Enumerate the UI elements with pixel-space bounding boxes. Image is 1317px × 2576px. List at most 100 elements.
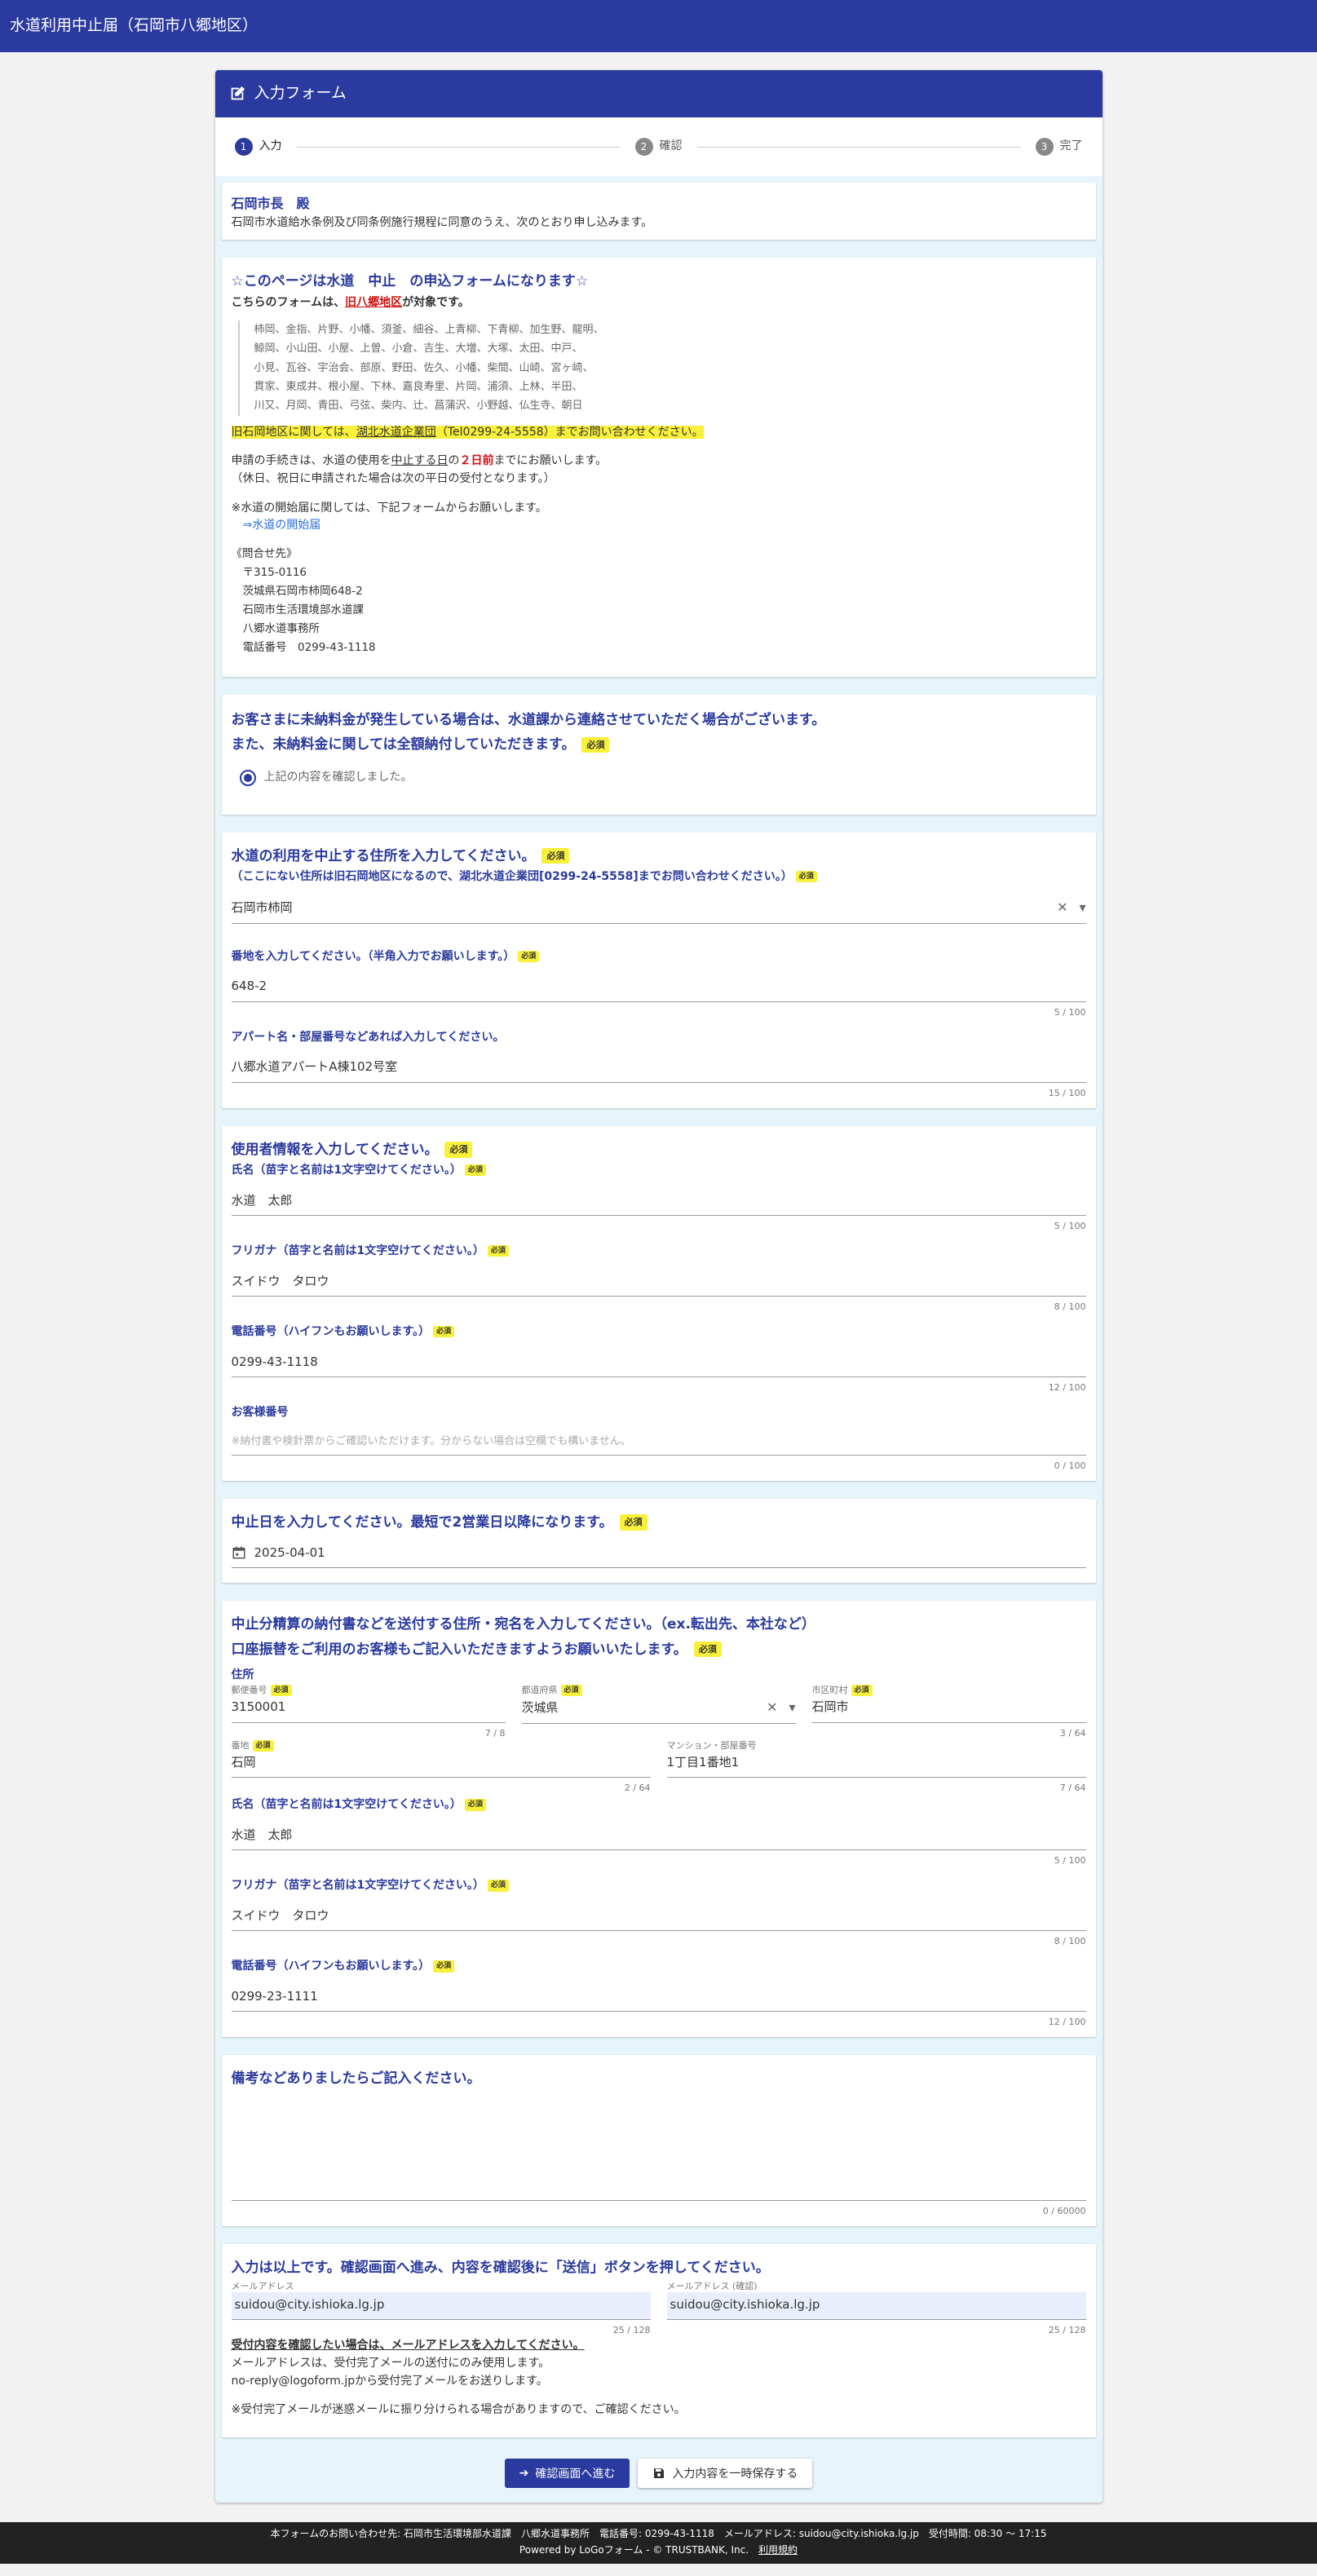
billing-tel-label: 電話番号（ハイフンもお願いします。） <box>231 1960 431 1973</box>
address-sub: （ここにない住所は旧石岡地区になるので、湖北水道企業団[0299-24-5558… <box>231 870 793 884</box>
email-note: no-reply@logoform.jpから受付完了メールをお送りします。 <box>231 2374 548 2388</box>
street-label: 番地 <box>231 1739 250 1751</box>
required-badge: 必須 <box>795 871 817 883</box>
user-kana-input[interactable]: スイドウ タロウ <box>231 1261 1086 1297</box>
deadline-note: （休日、祝日に申請された場合は次の平日の受付となります。） <box>231 472 555 486</box>
deadline-text: 申請の手続きは、水道の使用を中止する日の２日前までにお願いします。 <box>232 453 1086 471</box>
unpaid-section: お客さまに未納料金が発生している場合は、水道課から連絡させていただく場合がござい… <box>221 694 1096 815</box>
clear-icon[interactable]: ✕ <box>1057 898 1067 918</box>
target-area: 旧八郷地区 <box>345 296 403 310</box>
billing-title1: 中止分精算の納付書などを送付する住所・宛名を入力してください。（ex.転出先、本… <box>231 1615 815 1633</box>
next-confirm-button[interactable]: ➔ 確認画面へ進む <box>504 2458 630 2488</box>
apartment-label: アパート名・部屋番号などあれば入力してください。 <box>231 1030 505 1044</box>
notice-org: 湖北水道企業団 <box>356 425 436 439</box>
lot-input[interactable]: 648-2 <box>231 965 1086 1002</box>
final-title: 入力は以上です。確認画面へ進み、内容を確認後に「送信」ボタンを押してください。 <box>231 2260 770 2277</box>
pref-select[interactable]: 茨城県 ✕ ▾ <box>521 1696 796 1725</box>
target-prefix: こちらのフォームは、 <box>231 296 346 310</box>
step-number: 1 <box>234 138 253 156</box>
remarks-title: 備考などありましたらご記入ください。 <box>231 2070 481 2088</box>
required-badge: 必須 <box>581 736 610 753</box>
area-line: 柿岡、金指、片野、小幡、須釜、細谷、上青柳、下青柳、加生野、龍明、 <box>254 323 604 336</box>
char-counter: 5 / 100 <box>1054 1855 1086 1867</box>
required-badge: 必須 <box>433 1326 455 1338</box>
user-tel-input[interactable]: 0299-43-1118 <box>231 1341 1086 1378</box>
unpaid-line2-row: また、未納料金に関しては全額納付していただきます。 必須 <box>232 732 1086 758</box>
clear-icon[interactable]: ✕ <box>767 1698 777 1718</box>
billing-title2-row: 口座振替をご利用のお客様もご記入いただきますようお願いいたします。 必須 <box>232 1637 1086 1663</box>
page-title: 水道利用中止届（石岡市八郷地区） <box>10 16 259 35</box>
building-input[interactable]: 1丁目1番地1 <box>666 1752 1086 1778</box>
required-badge: 必須 <box>560 1684 582 1697</box>
billing-address-row1: 郵便番号 必須 3150001 7 / 8 都道府県 必須 茨城県 ✕ ▾ 市区町村必… <box>231 1684 1086 1740</box>
dropdown-arrow-icon[interactable]: ▾ <box>789 1698 795 1718</box>
save-draft-button[interactable]: 入力内容を一時保存する <box>638 2458 813 2488</box>
char-counter: 3 / 64 <box>1059 1727 1086 1739</box>
stepper: 1 入力 2 確認 3 完了 <box>214 117 1103 176</box>
step-number: 3 <box>1035 138 1054 156</box>
street-label-row: 番地 必須 <box>231 1739 651 1752</box>
billing-kana-label-row: フリガナ（苗字と名前は1文字空けてください。） 必須 <box>232 1877 1086 1895</box>
footer-powered: Powered by LoGoフォーム - © TRUSTBANK, Inc. <box>519 2544 749 2556</box>
greeting-title: 石岡市長 殿 <box>231 196 310 211</box>
billing-name-input[interactable]: 水道 太郎 <box>231 1814 1086 1851</box>
deadline-part: までにお願いします。 <box>493 454 608 468</box>
user-title-row: 使用者情報を入力してください。 必須 <box>232 1138 1086 1163</box>
address-select[interactable]: 石岡市柿岡 ✕ ▾ <box>231 886 1086 924</box>
deadline-part: の <box>448 454 460 468</box>
char-counter: 5 / 100 <box>1054 1221 1086 1232</box>
area-line: 鯨岡、小山田、小屋、上曽、小倉、吉生、大増、大塚、太田、中戸、 <box>254 342 583 356</box>
stop-date-title-row: 中止日を入力してください。最短で2営業日以降になります。 必須 <box>232 1510 1086 1535</box>
apartment-input[interactable]: 八郷水道アパートA棟102号室 <box>231 1046 1086 1083</box>
greeting-text: 石岡市水道給水条例及び同条例施行規程に同意のうえ、次のとおり申し込みます。 <box>231 215 653 229</box>
address-title-row: 水道の利用を中止する住所を入力してください。 必須 <box>232 844 1086 869</box>
char-counter: 25 / 128 <box>1048 2325 1086 2336</box>
street-input[interactable]: 石岡 <box>231 1752 651 1778</box>
lot-label: 番地を入力してください。（半角入力でお願いします。） <box>231 949 515 963</box>
contact-block: 《問合せ先》 〒315-0116 茨城県石岡市柿岡648-2 石岡市生活環境部水… <box>232 545 1086 657</box>
stop-date-input[interactable]: 2025-04-01 <box>231 1535 1086 1568</box>
deadline-emphasis: ２日前 <box>459 454 494 468</box>
remarks-textarea[interactable] <box>231 2091 1086 2201</box>
zip-input[interactable]: 3150001 <box>231 1696 506 1723</box>
step-complete: 3 完了 <box>1035 138 1083 156</box>
address-sub-row: （ここにない住所は旧石岡地区になるので、湖北水道企業団[0299-24-5558… <box>232 868 1086 886</box>
billing-address-label: 住所 <box>231 1668 254 1682</box>
terms-link[interactable]: 利用規約 <box>758 2544 798 2556</box>
required-badge: 必須 <box>252 1739 274 1752</box>
user-tel-label: 電話番号（ハイフンもお願いします。） <box>231 1325 431 1339</box>
area-line: 小見、瓦谷、宇治会、部原、野田、佐久、小幡、柴間、山崎、宮ヶ崎、 <box>254 361 594 374</box>
calendar-icon[interactable] <box>232 1545 246 1560</box>
billing-tel-input[interactable]: 0299-23-1111 <box>231 1976 1086 2013</box>
form-card: 入力フォーム 1 入力 2 確認 3 完了 石岡市長 殿 石岡市水道給水条例及び… <box>214 70 1103 2503</box>
user-name-input[interactable]: 水道 太郎 <box>231 1180 1086 1217</box>
contact-line: 《問合せ先》 <box>231 547 298 561</box>
user-tel-label-row: 電話番号（ハイフンもお願いします。） 必須 <box>232 1323 1086 1341</box>
city-input[interactable]: 石岡市 <box>811 1696 1086 1723</box>
info-section: ☆このページは水道 中止 の申込フォームになります☆ こちらのフォームは、旧八郷… <box>221 258 1096 677</box>
char-counter: 12 / 100 <box>1048 2017 1086 2028</box>
target-suffix: が対象です。 <box>402 296 470 310</box>
required-badge: 必須 <box>444 1141 473 1158</box>
required-badge: 必須 <box>487 1880 509 1892</box>
email-confirm-input[interactable]: suidou@city.ishioka.lg.jp <box>666 2291 1086 2321</box>
step-number: 2 <box>634 138 653 156</box>
form-wrapper: 入力フォーム 1 入力 2 確認 3 完了 石岡市長 殿 石岡市水道給水条例及び… <box>214 70 1103 2503</box>
char-counter: 8 / 100 <box>1054 1936 1086 1947</box>
required-badge: 必須 <box>518 950 540 962</box>
customer-number-input[interactable]: ※納付書や検針票からご確認いただけます。分からない場合は空欄でも構いません。 <box>231 1422 1086 1456</box>
billing-title2: 口座振替をご利用のお客様もご記入いただきますようお願いいたします。 <box>231 1641 687 1658</box>
address-select-value: 石岡市柿岡 <box>231 899 293 915</box>
billing-kana-input[interactable]: スイドウ タロウ <box>231 1895 1086 1932</box>
email-input[interactable]: suidou@city.ishioka.lg.jp <box>231 2291 651 2321</box>
confirm-radio-row[interactable]: 上記の内容を確認しました。 <box>232 758 1086 806</box>
action-buttons: ➔ 確認画面へ進む 入力内容を一時保存する <box>215 2455 1103 2503</box>
confirm-radio[interactable] <box>239 769 256 786</box>
start-form-link[interactable]: ⇒水道の開始届 <box>243 519 321 532</box>
unpaid-line1: お客さまに未納料金が発生している場合は、水道課から連絡させていただく場合がござい… <box>231 711 826 728</box>
char-counter: 12 / 100 <box>1048 1382 1086 1394</box>
char-counter: 0 / 60000 <box>1042 2205 1086 2216</box>
required-badge: 必須 <box>851 1684 873 1697</box>
stop-date-section: 中止日を入力してください。最短で2営業日以降になります。 必須 2025-04-0… <box>221 1499 1096 1583</box>
dropdown-arrow-icon[interactable]: ▾ <box>1079 898 1085 918</box>
